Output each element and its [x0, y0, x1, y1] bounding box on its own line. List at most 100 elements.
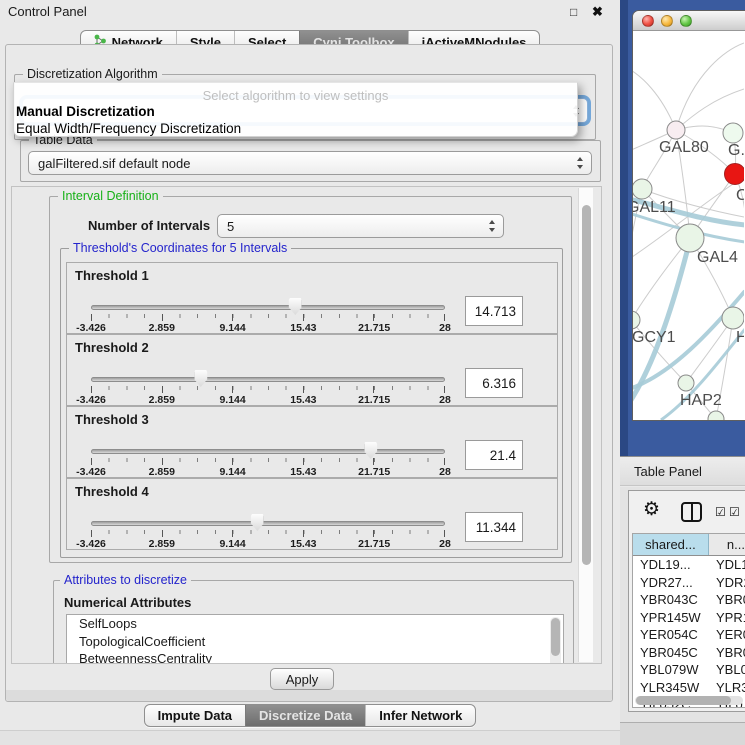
list-item[interactable]: SelfLoops — [67, 615, 563, 633]
bottom-tabbar: Impute Data Discretize Data Infer Networ… — [0, 704, 620, 727]
network-window-titlebar[interactable] — [633, 11, 745, 31]
slider-thumb[interactable] — [289, 298, 302, 315]
slider-thumb[interactable] — [194, 370, 207, 387]
slider-thumb[interactable] — [364, 442, 377, 459]
minimize-traffic-light-icon[interactable] — [661, 15, 673, 27]
tab-label: Discretize Data — [259, 708, 352, 723]
slider-track[interactable] — [91, 377, 445, 382]
cell: YBR045C — [633, 645, 709, 660]
combo-arrows-icon — [577, 157, 584, 169]
threshold-title: Threshold 4 — [75, 484, 149, 499]
option-manual-discretization[interactable]: Manual Discretization — [16, 104, 155, 119]
tab-infer-network[interactable]: Infer Network — [365, 705, 475, 726]
table-row[interactable]: YLR345WYLR3... — [633, 679, 745, 697]
threshold-value-field[interactable]: 21.4 — [465, 440, 523, 470]
float-window-icon[interactable]: □ — [570, 5, 577, 19]
tick-label: 2.859 — [149, 538, 175, 550]
table-horizontal-scrollbar[interactable] — [635, 696, 743, 705]
zoom-traffic-light-icon[interactable] — [680, 15, 692, 27]
slider-thumb[interactable] — [251, 514, 264, 531]
node-label: GCY1 — [633, 329, 676, 346]
node-attribute-table[interactable]: shared... n... YDL19...YDL1... YDR27...Y… — [632, 533, 745, 708]
tick-label: 21.715 — [358, 394, 390, 406]
combo-arrows-icon — [489, 220, 496, 232]
settings-scrollbar-thumb[interactable] — [582, 205, 591, 565]
option-equal-width-frequency[interactable]: Equal Width/Frequency Discretization — [16, 121, 241, 136]
node-g — [723, 123, 743, 143]
column-header-name[interactable]: n... — [709, 534, 745, 555]
tab-discretize-data[interactable]: Discretize Data — [245, 705, 365, 726]
column-header-shared-name[interactable]: shared... — [633, 534, 709, 555]
gear-icon[interactable]: ⚙ — [643, 498, 660, 521]
network-view-window[interactable]: GAL80 G. GAL11 GAL4 GCY1 H HAP2 C — [632, 10, 745, 421]
tick-label: -3.426 — [76, 538, 106, 550]
cell: YLR345W — [633, 680, 709, 695]
threshold-slider[interactable]: -3.426 2.859 9.144 15.43 21.715 28 — [91, 513, 445, 550]
discretization-algorithm-label: Discretization Algorithm — [23, 67, 162, 81]
node-label: HAP2 — [680, 392, 722, 409]
cell: YPR1... — [709, 610, 745, 625]
slider-ticks — [91, 458, 445, 465]
slider-tick-labels: -3.426 2.859 9.144 15.43 21.715 28 — [91, 538, 445, 550]
close-icon[interactable]: ✖ — [592, 4, 603, 20]
apply-button[interactable]: Apply — [270, 668, 334, 690]
tick-label: 9.144 — [219, 394, 245, 406]
slider-track[interactable] — [91, 305, 445, 310]
tick-label: 9.144 — [219, 538, 245, 550]
tick-label: -3.426 — [76, 394, 106, 406]
network-canvas[interactable]: GAL80 G. GAL11 GAL4 GCY1 H HAP2 C — [633, 31, 744, 421]
tick-label: 9.144 — [219, 466, 245, 478]
tick-label: 21.715 — [358, 466, 390, 478]
settings-scrollbar[interactable] — [578, 188, 593, 662]
node-h — [722, 307, 744, 329]
list-scrollbar-thumb[interactable] — [551, 618, 560, 656]
thresholds-group-label: Threshold's Coordinates for 5 Intervals — [69, 241, 291, 255]
tick-label: 2.859 — [149, 322, 175, 334]
cell: YLR3... — [709, 680, 745, 695]
threshold-slider[interactable]: -3.426 2.859 9.144 15.43 21.715 28 — [91, 441, 445, 478]
threshold-slider[interactable]: -3.426 2.859 9.144 15.43 21.715 28 — [91, 369, 445, 406]
table-panel-body: ⚙ ☑ ☑ shared... n... YDL19...YDL1... YDR… — [628, 490, 745, 712]
checkbox-icon[interactable]: ☑ — [729, 505, 740, 519]
table-row[interactable]: YBL079WYBL0... — [633, 661, 745, 679]
table-row[interactable]: YPR145WYPR1... — [633, 609, 745, 627]
list-item[interactable]: TopologicalCoefficient — [67, 633, 563, 651]
threshold-slider[interactable]: -3.426 2.859 9.144 15.43 21.715 28 — [91, 297, 445, 334]
table-panel-resize-strip — [620, 722, 745, 745]
slider-track[interactable] — [91, 521, 445, 526]
table-row[interactable]: YDR27...YDR2... — [633, 574, 745, 592]
tick-label: 28 — [439, 466, 451, 478]
cell: YBR0... — [709, 645, 745, 660]
list-item[interactable]: BetweennessCentrality — [67, 650, 563, 664]
threshold-panel-1: Threshold 1 -3.426 2.859 9.144 15.43 21.… — [66, 262, 558, 334]
table-header-row: shared... n... — [633, 534, 745, 556]
tick-label: 28 — [439, 322, 451, 334]
table-row[interactable]: YBR045CYBR0... — [633, 644, 745, 662]
checkbox-icon[interactable]: ☑ — [715, 505, 726, 519]
number-of-intervals-label: Number of Intervals — [88, 218, 210, 233]
number-of-intervals-combobox[interactable]: 5 — [217, 214, 504, 238]
table-data-combobox[interactable]: galFiltered.sif default node — [28, 151, 592, 175]
tab-impute-data[interactable]: Impute Data — [145, 705, 245, 726]
table-row[interactable]: YER054CYER0... — [633, 626, 745, 644]
table-row[interactable]: YBR043CYBR0... — [633, 591, 745, 609]
attributes-group: Attributes to discretize Numerical Attri… — [53, 580, 574, 664]
split-columns-icon[interactable] — [681, 502, 702, 522]
threshold-value-field[interactable]: 11.344 — [465, 512, 523, 542]
threshold-panel-2: Threshold 2 -3.426 2.859 9.144 15.43 21.… — [66, 334, 558, 406]
table-row[interactable]: YDL19...YDL1... — [633, 556, 745, 574]
close-traffic-light-icon[interactable] — [642, 15, 654, 27]
tick-label: 28 — [439, 538, 451, 550]
cell: YBR043C — [633, 592, 709, 607]
threshold-value-field[interactable]: 6.316 — [465, 368, 523, 398]
table-scrollbar-thumb[interactable] — [636, 696, 731, 705]
node-gcy1 — [633, 311, 640, 329]
threshold-value-field[interactable]: 14.713 — [465, 296, 523, 326]
panel-title: Control Panel — [8, 4, 87, 19]
numerical-attributes-list[interactable]: SelfLoops TopologicalCoefficient Between… — [66, 614, 564, 664]
slider-track[interactable] — [91, 449, 445, 454]
cell: YER0... — [709, 627, 745, 642]
slider-ticks — [91, 386, 445, 393]
list-scrollbar[interactable] — [550, 617, 561, 664]
cell: YBR0... — [709, 592, 745, 607]
